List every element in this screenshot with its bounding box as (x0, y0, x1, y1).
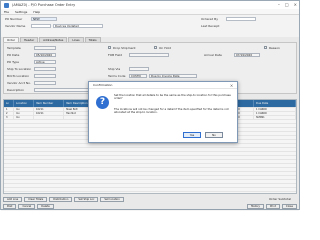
menu-help[interactable]: Help (33, 10, 40, 14)
vendor-name-field[interactable]: Devices Updated (53, 24, 103, 28)
ordered-by-label: Ordered By (201, 17, 218, 21)
dialog-title: Confirmation (89, 82, 237, 89)
vendor-name-label: Vendor Name (5, 24, 26, 28)
app-icon (4, 2, 9, 8)
dialog-message-primary: Set the location that all details to be … (114, 93, 231, 101)
window-title: (AMAZ0) - P/O Purchase Order Entry (12, 3, 76, 7)
minimize-button[interactable]: – (278, 2, 280, 7)
question-icon: ? (96, 96, 109, 109)
maximize-button[interactable]: □ (285, 2, 289, 7)
dialog-message-secondary: The locations will not be changed for a … (114, 107, 229, 115)
yes-button[interactable]: Yes (183, 132, 201, 138)
menu-file[interactable]: File (4, 10, 9, 14)
dialog-close-icon[interactable]: × (228, 82, 235, 89)
main-window: (AMAZ0) - P/O Purchase Order Entry – □ ×… (0, 0, 300, 211)
title-bar: (AMAZ0) - P/O Purchase Order Entry – □ × (1, 1, 299, 9)
order-header: PO Number NEW Vendor Name Devices Update… (1, 15, 299, 37)
po-number-label: PO Number (5, 17, 23, 21)
vendor-number-field[interactable] (31, 24, 51, 28)
ordered-by-field[interactable] (226, 17, 256, 21)
close-button[interactable]: × (294, 2, 297, 7)
last-receipt-label: Last Receipt (201, 24, 220, 28)
confirmation-dialog: Confirmation × ? Set the location that a… (88, 81, 238, 143)
po-number-field[interactable]: NEW (31, 17, 57, 21)
window-controls: – □ × (278, 2, 297, 7)
no-button[interactable]: No (205, 132, 223, 138)
menu-settings[interactable]: Settings (15, 10, 27, 14)
